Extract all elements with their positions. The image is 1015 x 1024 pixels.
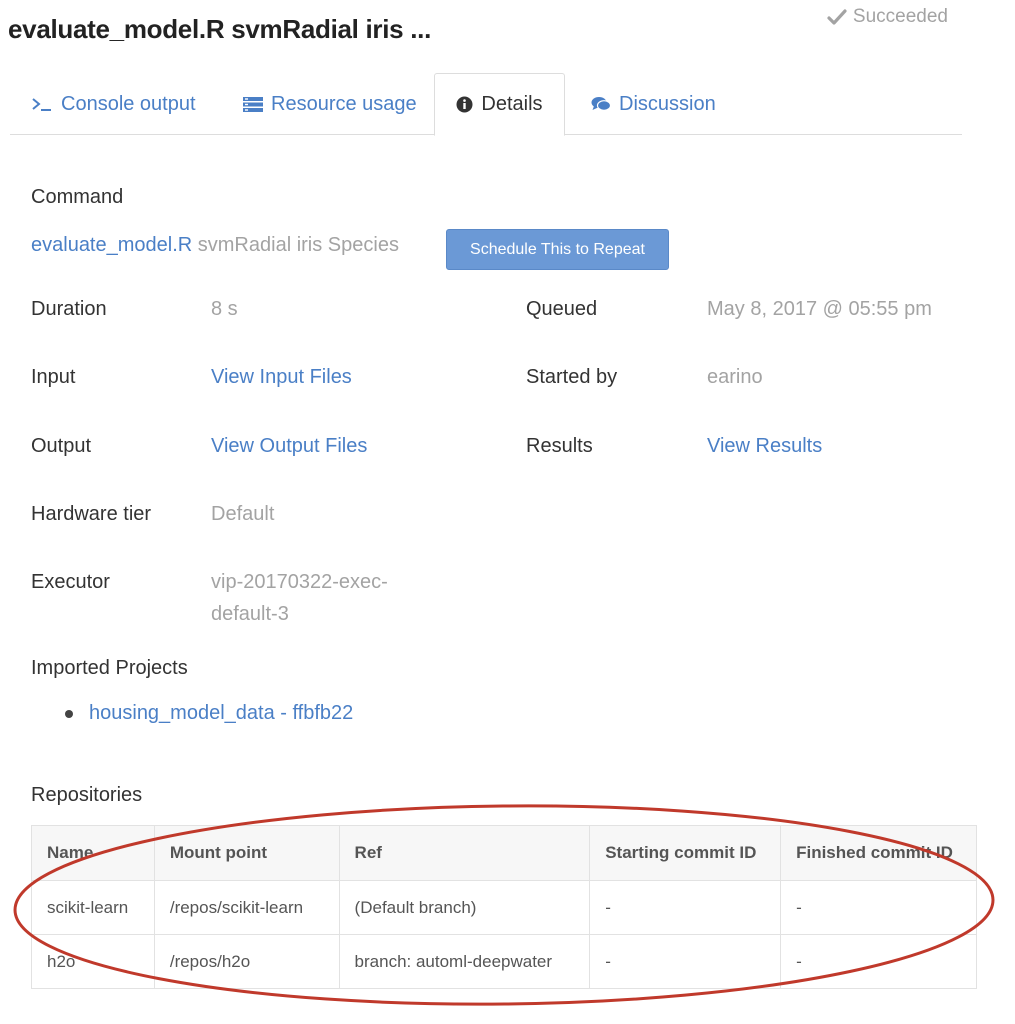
view-input-files-link[interactable]: View Input Files [211,366,352,389]
tab-label: Resource usage [271,92,417,115]
started-by-label: Started by [526,366,618,388]
tab-label: Discussion [619,92,716,115]
executor-label: Executor [31,571,110,593]
imported-projects-label: Imported Projects [31,657,188,679]
command-value: evaluate_model.R svmRadial iris Species [31,234,399,257]
column-header-name: Name [31,825,155,881]
output-label: Output [31,435,92,457]
page-title: evaluate_model.R svmRadial iris ... [8,14,432,44]
tab-bar: Console output Resource usage Details Di… [10,73,962,136]
command-args: svmRadial iris Species [192,234,399,256]
starting-commit-cell: - [589,934,782,989]
table-row: scikit-learn /repos/scikit-learn (Defaul… [31,880,977,935]
ref-cell: branch: automl-deepwater [338,934,591,989]
tab-discussion[interactable]: Discussion [591,73,716,135]
table-row: h2o /repos/h2o branch: automl-deepwater … [31,934,977,989]
executor-value-line2: default-3 [211,603,289,625]
column-header-finished-commit: Finished commit ID [780,825,977,881]
terminal-icon [31,96,53,112]
repo-name-cell: scikit-learn [31,880,155,935]
queued-value: May 8, 2017 @ 05:55 pm [707,298,932,320]
tab-label: Details [481,93,543,115]
hardware-tier-value: Default [211,503,275,525]
finished-commit-cell: - [780,934,977,989]
hardware-tier-label: Hardware tier [31,503,152,525]
repositories-label: Repositories [31,784,143,806]
ref-cell: (Default branch) [338,880,591,935]
tab-resource-usage[interactable]: Resource usage [243,73,417,135]
column-header-starting-commit: Starting commit ID [589,825,782,881]
view-results-link[interactable]: View Results [707,435,822,458]
command-label: Command [31,186,124,208]
comments-icon [591,96,611,112]
executor-value-line1: vip-20170322-exec- [211,571,388,593]
mount-point-cell: /repos/scikit-learn [153,880,340,935]
repo-name-cell: h2o [31,934,155,989]
view-output-files-link[interactable]: View Output Files [211,435,367,458]
column-header-mount-point: Mount point [153,825,340,881]
status-indicator: Succeeded [827,6,948,28]
server-icon [243,96,263,112]
input-label: Input [31,366,76,388]
repositories-table: Name Mount point Ref Starting commit ID … [31,825,977,989]
schedule-repeat-button[interactable]: Schedule This to Repeat [446,229,669,270]
imported-project-link[interactable]: housing_model_data - ffbfb22 [89,702,353,725]
tab-console-output[interactable]: Console output [31,73,196,135]
list-bullet [65,710,73,718]
command-script-link[interactable]: evaluate_model.R [31,234,192,256]
status-text: Succeeded [852,6,948,27]
checkmark-icon [827,8,847,26]
duration-label: Duration [31,298,107,320]
duration-value: 8 s [211,298,238,320]
tab-details[interactable]: Details [434,73,565,136]
started-by-value: earino [707,366,763,388]
queued-label: Queued [526,298,598,320]
mount-point-cell: /repos/h2o [153,934,340,989]
starting-commit-cell: - [589,880,782,935]
results-label: Results [526,435,593,457]
column-header-ref: Ref [338,825,591,881]
info-icon [456,96,473,113]
table-header-row: Name Mount point Ref Starting commit ID … [31,825,977,881]
finished-commit-cell: - [780,880,977,935]
tab-label: Console output [61,92,196,115]
